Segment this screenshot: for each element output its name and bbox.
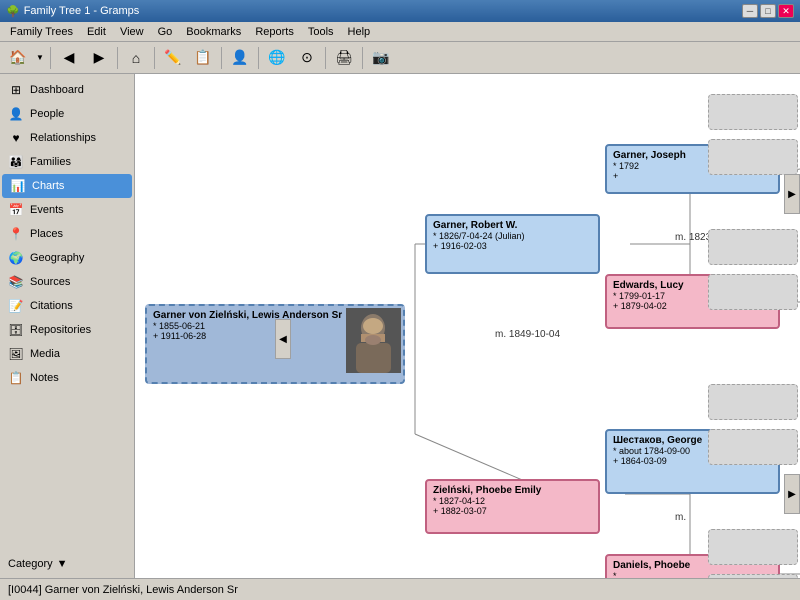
father-birth: * 1826/7-04-24 (Julian) (433, 231, 592, 241)
dashboard-icon: ⊞ (8, 82, 24, 98)
empty-box-4 (708, 274, 798, 310)
circle-button[interactable]: ⊙ (293, 45, 321, 71)
empty-box-6 (708, 429, 798, 465)
globe-button[interactable]: 🌐 (263, 45, 291, 71)
menu-tools[interactable]: Tools (302, 24, 340, 40)
mother-death: + 1882-03-07 (433, 506, 592, 516)
person-photo (346, 308, 401, 373)
toolbar: 🏠 ▼ ◀ ▶ ⌂ ✏️ 📋 👤 🌐 ⊙ 🖨 📷 (0, 42, 800, 74)
toolbar-sep-6 (325, 47, 326, 69)
menu-view[interactable]: View (114, 24, 150, 40)
events-icon: 📅 (8, 202, 24, 218)
menu-family-trees[interactable]: Family Trees (4, 24, 79, 40)
edit-button[interactable]: ✏️ (159, 45, 187, 71)
sidebar-item-people[interactable]: 👤 People (0, 102, 134, 126)
person-button[interactable]: 👤 (226, 45, 254, 71)
sidebar-item-media[interactable]: 🖼 Media (0, 342, 134, 366)
father-death: + 1916-02-03 (433, 241, 592, 251)
titlebar-left: 🌳 Family Tree 1 - Gramps (6, 5, 139, 18)
menubar: Family Trees Edit View Go Bookmarks Repo… (0, 22, 800, 42)
empty-box-7 (708, 529, 798, 565)
home-dropdown[interactable]: ▼ (34, 45, 46, 71)
center-person-name: Garner von Zielński, Lewis Anderson Sr (153, 310, 343, 321)
sidebar: ⊞ Dashboard 👤 People ♥ Relationships 👨‍👩… (0, 74, 135, 578)
toolbar-sep-3 (154, 47, 155, 69)
minimize-button[interactable]: ─ (742, 4, 758, 18)
sidebar-item-events[interactable]: 📅 Events (0, 198, 134, 222)
print-button[interactable]: 🖨 (330, 45, 358, 71)
toolbar-sep-2 (117, 47, 118, 69)
toolbar-sep-4 (221, 47, 222, 69)
people-icon: 👤 (8, 106, 24, 122)
back-button[interactable]: ◀ (55, 45, 83, 71)
titlebar-controls[interactable]: ─ □ ✕ (742, 4, 794, 18)
camera-button[interactable]: 📷 (367, 45, 395, 71)
citations-icon: 📝 (8, 298, 24, 314)
repositories-icon: 🗄 (8, 322, 24, 338)
scroll-right-bottom-button[interactable]: ▶ (784, 474, 800, 514)
charts-icon: 📊 (10, 178, 26, 194)
menu-edit[interactable]: Edit (81, 24, 112, 40)
main-layout: ⊞ Dashboard 👤 People ♥ Relationships 👨‍👩… (0, 74, 800, 578)
toolbar-sep-1 (50, 47, 51, 69)
titlebar-title: Family Tree 1 - Gramps (24, 5, 140, 17)
home-button[interactable]: 🏠 (4, 45, 32, 71)
father-name: Garner, Robert W. (433, 220, 592, 231)
marriage-label-1: m. 1849-10-04 (495, 329, 560, 340)
places-icon: 📍 (8, 226, 24, 242)
scroll-left-button[interactable]: ◀ (275, 319, 291, 359)
home2-button[interactable]: ⌂ (122, 45, 150, 71)
edit2-button[interactable]: 📋 (189, 45, 217, 71)
titlebar: 🌳 Family Tree 1 - Gramps ─ □ ✕ (0, 0, 800, 22)
relationships-icon: ♥ (8, 130, 24, 146)
statusbar: [I0044] Garner von Zielński, Lewis Ander… (0, 578, 800, 600)
forward-button[interactable]: ▶ (85, 45, 113, 71)
empty-box-5 (708, 384, 798, 420)
scroll-right-top-button[interactable]: ▶ (784, 174, 800, 214)
toolbar-sep-5 (258, 47, 259, 69)
pedigree-chart: ◀ ▶ ▶ Garner von Zielński, Lewis Anderso… (135, 74, 800, 578)
sources-icon: 📚 (8, 274, 24, 290)
center-person-birth: * 1855-06-21 (153, 321, 343, 331)
sidebar-item-repositories[interactable]: 🗄 Repositories (0, 318, 134, 342)
empty-box-3 (708, 229, 798, 265)
category-dropdown-icon: ▼ (57, 558, 68, 570)
media-icon: 🖼 (8, 346, 24, 362)
mother-name: Zielński, Phoebe Emily (433, 485, 592, 496)
sidebar-item-sources[interactable]: 📚 Sources (0, 270, 134, 294)
sidebar-item-geography[interactable]: 🌍 Geography (0, 246, 134, 270)
marriage-label-3: m. (675, 512, 686, 523)
person-box-mother[interactable]: Zielński, Phoebe Emily * 1827-04-12 + 18… (425, 479, 600, 534)
empty-box-2 (708, 139, 798, 175)
toolbar-sep-7 (362, 47, 363, 69)
sidebar-item-places[interactable]: 📍 Places (0, 222, 134, 246)
menu-reports[interactable]: Reports (249, 24, 300, 40)
sidebar-item-families[interactable]: 👨‍👩‍👧 Families (0, 150, 134, 174)
person-box-father[interactable]: Garner, Robert W. * 1826/7-04-24 (Julian… (425, 214, 600, 274)
category-button[interactable]: Category ▼ (0, 554, 134, 574)
app-icon: 🌳 (6, 5, 20, 18)
status-text: [I0044] Garner von Zielński, Lewis Ander… (8, 584, 238, 596)
notes-icon: 📋 (8, 370, 24, 386)
sidebar-item-citations[interactable]: 📝 Citations (0, 294, 134, 318)
close-button[interactable]: ✕ (778, 4, 794, 18)
sidebar-item-notes[interactable]: 📋 Notes (0, 366, 134, 390)
menu-go[interactable]: Go (152, 24, 179, 40)
sidebar-item-dashboard[interactable]: ⊞ Dashboard (0, 78, 134, 102)
sidebar-item-charts[interactable]: 📊 Charts (2, 174, 132, 198)
mother-birth: * 1827-04-12 (433, 496, 592, 506)
center-person-death: + 1911-06-28 (153, 331, 343, 341)
empty-box-1 (708, 94, 798, 130)
menu-bookmarks[interactable]: Bookmarks (180, 24, 247, 40)
empty-box-8 (708, 574, 798, 578)
sidebar-item-relationships[interactable]: ♥ Relationships (0, 126, 134, 150)
menu-help[interactable]: Help (342, 24, 377, 40)
maximize-button[interactable]: □ (760, 4, 776, 18)
geography-icon: 🌍 (8, 250, 24, 266)
families-icon: 👨‍👩‍👧 (8, 154, 24, 170)
